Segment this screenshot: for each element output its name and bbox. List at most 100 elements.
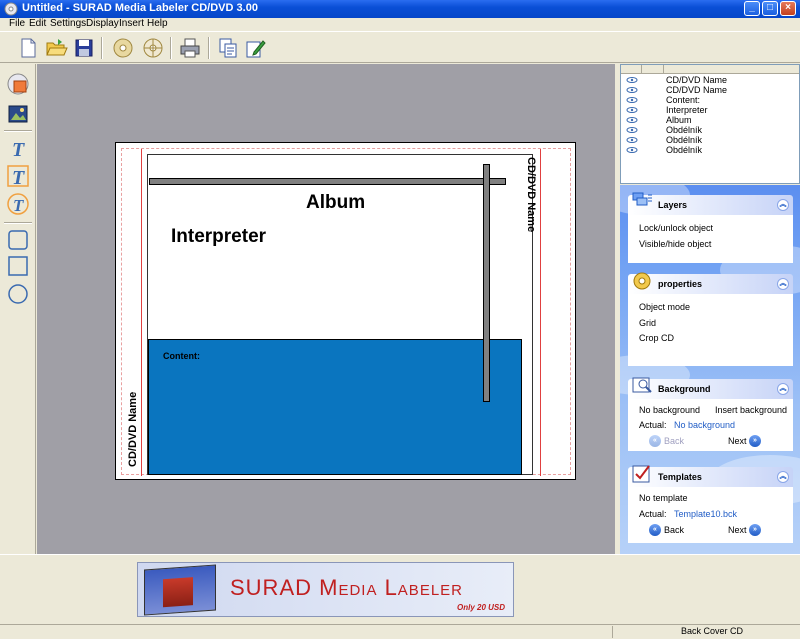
tool-strip: T T T (0, 64, 36, 554)
interpreter-text[interactable]: Interpreter (171, 226, 266, 248)
visible-hide-object-link[interactable]: Visible/hide object (639, 239, 711, 249)
album-text[interactable]: Album (306, 192, 365, 214)
bottom-area: SURAD Media Labeler Only 20 USD (0, 554, 800, 624)
svg-text:T: T (13, 196, 24, 215)
background-panel: Background ︽ No background Insert backgr… (628, 377, 793, 451)
eye-icon[interactable] (626, 137, 638, 143)
content-label[interactable]: Content: (163, 351, 200, 361)
eye-icon[interactable] (626, 77, 638, 83)
copy-icon[interactable] (216, 36, 240, 60)
eye-icon[interactable] (626, 107, 638, 113)
label-safe-area: Content: Album Interpreter CD/DVD Name C… (121, 148, 571, 476)
properties-panel: properties ︽ Object mode Grid Crop CD (628, 272, 793, 366)
title-bar[interactable]: Untitled - SURAD Media Labeler CD/DVD 3.… (0, 0, 800, 18)
task-pane: Layers ︽ Lock/unlock object Visible/hide… (620, 185, 800, 554)
menu-edit[interactable]: Edit (29, 18, 46, 29)
background-panel-body: No background Insert background Actual: … (628, 399, 793, 451)
rectangle-tool-icon[interactable] (6, 254, 30, 278)
banner-price: Only 20 USD (456, 603, 505, 612)
list-item[interactable]: CD/DVD Name (621, 85, 799, 95)
maximize-button[interactable]: □ (762, 1, 778, 16)
eye-icon[interactable] (626, 127, 638, 133)
grid-link[interactable]: Grid (639, 318, 656, 328)
menu-settings[interactable]: Settings (50, 18, 86, 29)
menu-bar: File Edit Settings Display Insert Help (0, 18, 800, 31)
eye-icon[interactable] (626, 97, 638, 103)
object-list[interactable]: CD/DVD Name CD/DVD Name Content: Interpr… (620, 64, 800, 184)
horizontal-bar-rectangle[interactable] (149, 178, 506, 185)
lock-unlock-object-link[interactable]: Lock/unlock object (639, 223, 713, 233)
template-actual-value: Template10.bck (674, 509, 738, 519)
list-item[interactable]: CD/DVD Name (621, 75, 799, 85)
picture-tool-icon[interactable] (6, 102, 30, 126)
background-actual-label: Actual: (639, 420, 667, 430)
menu-insert[interactable]: Insert (119, 18, 144, 29)
background-next-button[interactable]: Next (728, 436, 747, 446)
background-panel-header[interactable]: Background ︽ (628, 377, 793, 399)
tool-separator (4, 130, 32, 132)
templates-icon (632, 465, 650, 483)
cd-icon[interactable] (111, 36, 135, 60)
eye-icon[interactable] (626, 87, 638, 93)
back-arrow-icon[interactable]: « (649, 524, 661, 536)
collapse-chevron-icon[interactable]: ︽ (777, 383, 789, 395)
no-template-link[interactable]: No template (639, 493, 688, 503)
right-spine-line (540, 149, 541, 476)
insert-background-link[interactable]: Insert background (715, 405, 787, 415)
close-button[interactable]: × (780, 1, 796, 16)
rounded-rectangle-tool-icon[interactable] (6, 228, 30, 252)
toolbar-separator (170, 37, 172, 59)
next-arrow-icon[interactable]: » (749, 435, 761, 447)
background-back-button[interactable]: Back (664, 436, 684, 446)
open-folder-icon[interactable] (44, 36, 68, 60)
layers-panel-header[interactable]: Layers ︽ (628, 192, 793, 215)
collapse-chevron-icon[interactable]: ︽ (777, 278, 789, 290)
templates-panel-body: No template Actual: Template10.bck « Bac… (628, 487, 793, 543)
right-spine-text[interactable]: CD/DVD Name (520, 157, 540, 247)
templates-panel-header[interactable]: Templates ︽ (628, 465, 793, 487)
window-title: Untitled - SURAD Media Labeler CD/DVD 3.… (22, 2, 258, 14)
templates-next-button[interactable]: Next (728, 525, 747, 535)
print-icon[interactable] (178, 36, 202, 60)
eye-icon[interactable] (626, 117, 638, 123)
list-item[interactable]: Content: (621, 95, 799, 105)
cd-label-icon[interactable] (141, 36, 165, 60)
back-arrow-icon: « (649, 435, 661, 447)
content-rectangle[interactable]: Content: (148, 339, 522, 475)
image-tool-icon[interactable] (6, 72, 30, 96)
text-frame-tool-icon[interactable]: T (6, 164, 30, 188)
object-mode-link[interactable]: Object mode (639, 302, 690, 312)
svg-text:T: T (12, 167, 25, 188)
vertical-bar-rectangle[interactable] (483, 164, 490, 402)
list-item[interactable]: Obdélník (621, 125, 799, 135)
properties-panel-header[interactable]: properties ︽ (628, 272, 793, 294)
edit-icon[interactable] (244, 36, 268, 60)
list-item[interactable]: Interpreter (621, 105, 799, 115)
minimize-button[interactable]: _ (744, 1, 760, 16)
canvas-area[interactable]: Content: Album Interpreter CD/DVD Name C… (37, 64, 615, 554)
list-item[interactable]: Album (621, 115, 799, 125)
left-spine-text[interactable]: CD/DVD Name (125, 379, 145, 469)
no-background-link[interactable]: No background (639, 405, 700, 415)
circular-text-tool-icon[interactable]: T (6, 192, 30, 216)
crop-cd-link[interactable]: Crop CD (639, 333, 674, 343)
ellipse-tool-icon[interactable] (6, 282, 30, 306)
toolbar (0, 31, 800, 63)
menu-file[interactable]: File (9, 18, 25, 29)
next-arrow-icon[interactable]: » (749, 524, 761, 536)
templates-back-button[interactable]: Back (664, 525, 684, 535)
menu-display[interactable]: Display (86, 18, 119, 29)
tool-separator (4, 222, 32, 224)
label-sheet[interactable]: Content: Album Interpreter CD/DVD Name C… (115, 142, 576, 480)
collapse-chevron-icon[interactable]: ︽ (777, 199, 789, 211)
svg-text:T: T (12, 139, 25, 160)
new-document-icon[interactable] (16, 36, 40, 60)
menu-help[interactable]: Help (147, 18, 168, 29)
list-item[interactable]: Obdélník (621, 135, 799, 145)
save-icon[interactable] (72, 36, 96, 60)
collapse-chevron-icon[interactable]: ︽ (777, 471, 789, 483)
eye-icon[interactable] (626, 147, 638, 153)
list-item[interactable]: Obdélník (621, 145, 799, 155)
text-tool-icon[interactable]: T (6, 136, 30, 160)
promo-banner[interactable]: SURAD Media Labeler Only 20 USD (137, 562, 514, 617)
